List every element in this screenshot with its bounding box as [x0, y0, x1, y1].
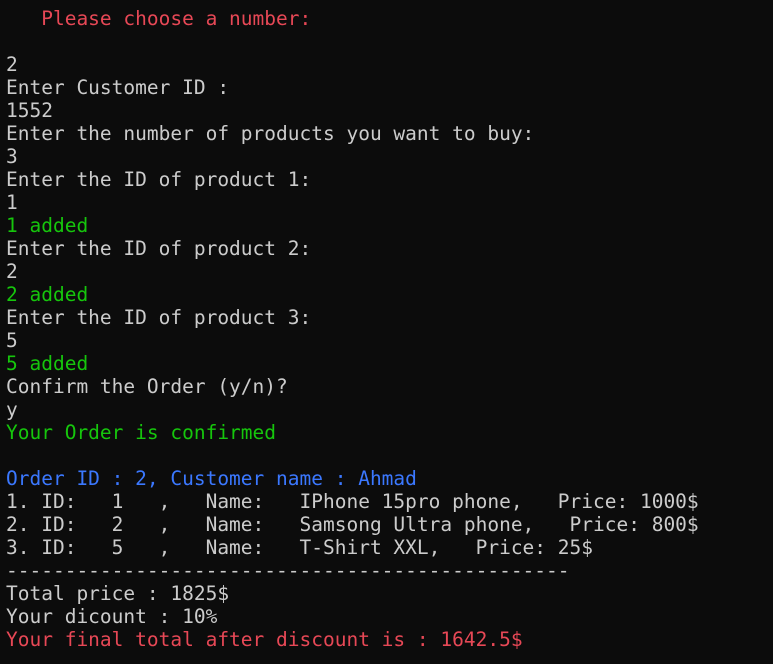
product-2-added-msg: 2 added [6, 283, 89, 306]
discount-line: Your dicount : 10% [6, 605, 218, 628]
order-item-row: 2. ID: 2 , Name: Samsong Ultra phone, Pr… [6, 513, 699, 536]
customer-id-input: 1552 [6, 99, 53, 122]
product-1-added-msg: 1 added [6, 214, 89, 237]
product-2-prompt: Enter the ID of product 2: [6, 237, 312, 260]
customer-id-prompt: Enter Customer ID : [6, 76, 230, 99]
menu-choice-input: 2 [6, 53, 18, 76]
product-3-added-msg: 5 added [6, 352, 89, 375]
product-3-input: 5 [6, 329, 18, 352]
confirm-order-input: y [6, 398, 18, 421]
console-window[interactable]: Please choose a number: 2 Enter Customer… [0, 0, 773, 664]
order-item-row: 3. ID: 5 , Name: T-Shirt XXL, Price: 25$ [6, 536, 593, 559]
order-confirmed-msg: Your Order is confirmed [6, 421, 277, 444]
order-header: Order ID : 2, Customer name : Ahmad [6, 467, 417, 490]
product-2-input: 2 [6, 260, 18, 283]
product-1-prompt: Enter the ID of product 1: [6, 168, 312, 191]
product-count-input: 3 [6, 145, 18, 168]
order-item-row: 1. ID: 1 , Name: IPhone 15pro phone, Pri… [6, 490, 699, 513]
final-total: Your final total after discount is : 164… [6, 628, 523, 651]
menu-prompt: Please choose a number: [6, 7, 312, 30]
separator-line: ----------------------------------------… [6, 559, 570, 582]
total-price: Total price : 1825$ [6, 582, 230, 605]
product-1-input: 1 [6, 191, 18, 214]
confirm-order-prompt: Confirm the Order (y/n)? [6, 375, 288, 398]
product-count-prompt: Enter the number of products you want to… [6, 122, 535, 145]
product-3-prompt: Enter the ID of product 3: [6, 306, 312, 329]
